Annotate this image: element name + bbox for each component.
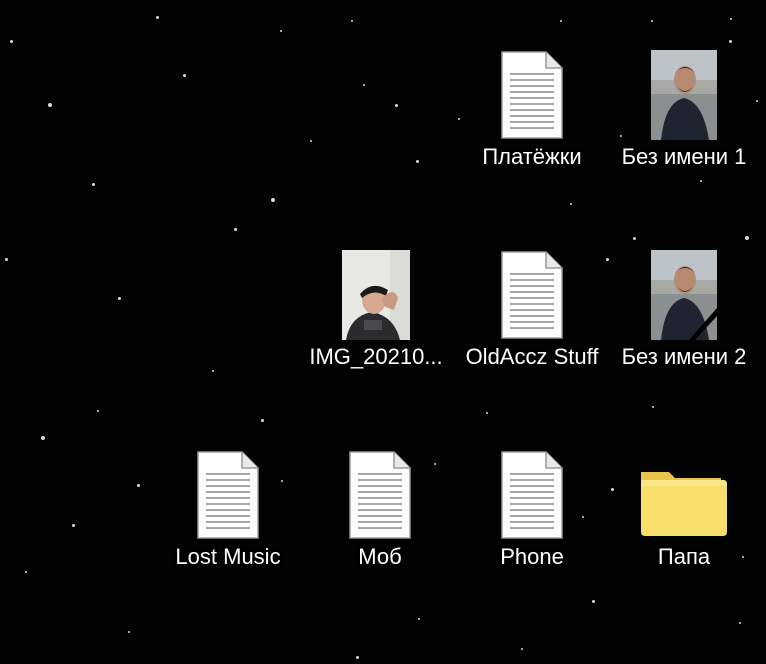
- desktop-icon-label: Моб: [358, 544, 402, 569]
- desktop-icon-papa[interactable]: Папа: [610, 440, 758, 590]
- wallpaper-speck: [5, 258, 8, 261]
- desktop-icon-label: Lost Music: [175, 544, 281, 569]
- wallpaper-speck: [212, 370, 214, 372]
- image-thumbnail-icon: [651, 250, 717, 340]
- wallpaper-speck: [128, 631, 130, 633]
- wallpaper-speck: [271, 198, 275, 202]
- desktop-icon-oldaccz-stuff[interactable]: OldAccz Stuff: [458, 240, 606, 390]
- desktop-icon-bez-imeni-2[interactable]: Без имени 2: [610, 240, 758, 390]
- wallpaper-speck: [418, 618, 420, 620]
- desktop-icon-img-20210[interactable]: IMG_20210...: [302, 240, 450, 390]
- desktop-icon-label: OldAccz Stuff: [465, 344, 599, 369]
- wallpaper-speck: [10, 40, 13, 43]
- wallpaper-speck: [606, 258, 609, 261]
- wallpaper-speck: [363, 84, 365, 86]
- desktop-icon-mob[interactable]: Моб: [306, 440, 454, 590]
- folder-icon: [641, 472, 727, 536]
- image-thumbnail-icon: [342, 250, 410, 340]
- image-thumbnail-icon: [651, 50, 717, 140]
- wallpaper-speck: [97, 410, 99, 412]
- wallpaper-speck: [183, 74, 186, 77]
- desktop-icon-label: Без имени 1: [621, 144, 747, 169]
- wallpaper-speck: [739, 622, 741, 624]
- desktop-icon-label: Без имени 2: [621, 344, 747, 369]
- text-document-icon: [349, 451, 411, 539]
- wallpaper-speck: [234, 228, 237, 231]
- wallpaper-speck: [592, 600, 595, 603]
- wallpaper-speck: [261, 419, 264, 422]
- wallpaper-speck: [652, 406, 654, 408]
- wallpaper-speck: [570, 203, 572, 205]
- wallpaper-speck: [486, 412, 488, 414]
- wallpaper-speck: [72, 524, 75, 527]
- desktop-icon-label: Папа: [657, 544, 711, 569]
- wallpaper-speck: [560, 20, 562, 22]
- desktop-background: Платёжки Без имени 1 IMG_20210... OldAcc…: [0, 0, 766, 664]
- wallpaper-speck: [156, 16, 159, 19]
- desktop-icon-label: Платёжки: [482, 144, 582, 169]
- wallpaper-speck: [48, 103, 52, 107]
- wallpaper-speck: [25, 571, 27, 573]
- desktop-icon-phone[interactable]: Phone: [458, 440, 606, 590]
- desktop-icon-label: IMG_20210...: [309, 344, 443, 369]
- wallpaper-speck: [41, 436, 45, 440]
- wallpaper-speck: [310, 140, 312, 142]
- wallpaper-speck: [351, 20, 353, 22]
- wallpaper-speck: [730, 18, 732, 20]
- text-document-icon: [197, 451, 259, 539]
- text-document-icon: [501, 51, 563, 139]
- text-document-icon: [501, 451, 563, 539]
- wallpaper-speck: [521, 648, 523, 650]
- desktop-icon-lost-music[interactable]: Lost Music: [154, 440, 302, 590]
- wallpaper-speck: [356, 656, 359, 659]
- wallpaper-speck: [137, 484, 140, 487]
- desktop-icon-platezhki[interactable]: Платёжки: [458, 40, 606, 190]
- desktop-icon-label: Phone: [500, 544, 564, 569]
- wallpaper-speck: [92, 183, 95, 186]
- wallpaper-speck: [395, 104, 398, 107]
- wallpaper-speck: [651, 20, 653, 22]
- wallpaper-speck: [416, 160, 419, 163]
- text-document-icon: [501, 251, 563, 339]
- wallpaper-speck: [280, 30, 282, 32]
- desktop-icon-bez-imeni-1[interactable]: Без имени 1: [610, 40, 758, 190]
- wallpaper-speck: [118, 297, 121, 300]
